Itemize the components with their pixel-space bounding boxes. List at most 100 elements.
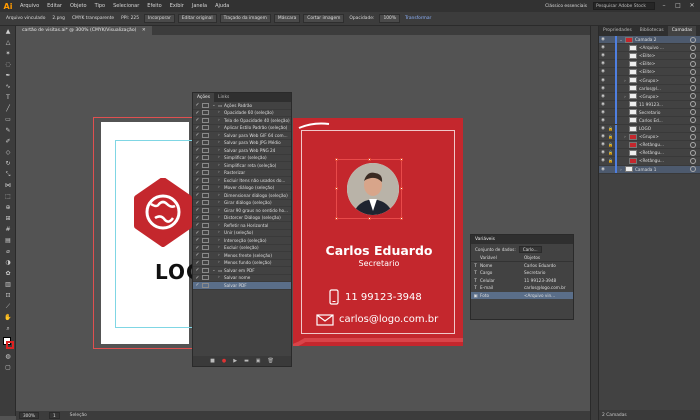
check-icon[interactable]: ✓ [193,155,202,161]
dialog-toggle-icon[interactable] [202,260,209,266]
eye-icon[interactable]: ◉ [599,53,607,58]
target-icon[interactable] [690,109,696,116]
eye-icon[interactable]: ◉ [599,78,607,83]
action-row[interactable]: ✓ ⌄ ▭ Salvar em PDF [193,267,291,275]
dialog-toggle-icon[interactable] [202,200,209,206]
delete-icon[interactable]: 🗑 [268,358,274,364]
zoom-tool-icon[interactable]: ⌕ [2,324,14,334]
action-row[interactable]: ✓ › Menos fundo (seleção) [193,260,291,267]
perspective-grid-tool-icon[interactable]: ⊞ [2,214,14,224]
check-icon[interactable]: ✓ [193,215,202,221]
target-icon[interactable] [690,36,696,43]
dialog-toggle-icon[interactable] [202,102,209,108]
action-row[interactable]: ✓ › Tela de Opacidade 40 (seleção) [193,117,291,125]
check-icon[interactable]: ✓ [193,110,202,116]
resize-handle[interactable] [368,158,371,161]
action-row[interactable]: ✓ › Girar diálogo (seleção) [193,200,291,207]
dialog-toggle-icon[interactable] [202,222,209,228]
eye-icon[interactable]: ◉ [599,86,607,91]
dialog-toggle-icon[interactable] [202,110,209,116]
target-icon[interactable] [690,149,696,156]
layers-tab-2[interactable]: Camadas [667,26,697,36]
resize-handle[interactable] [335,158,338,161]
target-icon[interactable] [690,133,696,140]
action-row[interactable]: ✓ › Menos frente (seleção) [193,252,291,260]
variable-row[interactable]: ▣ Foto <Arquivo vin... [471,291,573,299]
fill-stroke-icon[interactable] [2,335,14,351]
variable-row[interactable]: T E-mail carlos@logo.com.br [471,284,573,292]
check-icon[interactable]: ✓ [193,132,202,138]
eye-icon[interactable]: ◉ [599,45,607,50]
dialog-toggle-icon[interactable] [202,177,209,183]
menu-2[interactable]: Objeto [66,3,91,9]
resize-handle[interactable] [335,187,338,190]
check-icon[interactable]: ✓ [193,222,202,228]
close-tab-icon[interactable]: ✕ [142,28,146,33]
eye-icon[interactable]: ◉ [599,94,607,99]
chevron-icon[interactable]: › [621,94,629,99]
eye-icon[interactable]: ◉ [599,126,607,131]
target-icon[interactable] [690,157,696,164]
target-icon[interactable] [690,44,696,51]
eye-icon[interactable]: ◉ [599,118,607,123]
line-tool-icon[interactable]: ╱ [2,104,14,114]
variable-row[interactable]: T Cargo Secretario [471,269,573,277]
magic-wand-tool-icon[interactable]: ✶ [2,49,14,59]
stock-search-input[interactable]: Pesquisar Adobe Stock [593,2,655,10]
action-row[interactable]: ✓ › Girar 90 graus no sentido ho... [193,207,291,215]
check-icon[interactable]: ✓ [193,282,202,288]
card-phone-text[interactable]: 11 99123-3948 [345,292,422,303]
dialog-toggle-icon[interactable] [202,140,209,146]
layer-name[interactable]: carlos@l... [639,86,690,91]
eye-icon[interactable]: ◉ [599,167,607,172]
new-set-icon[interactable]: ▬ [244,358,249,364]
check-icon[interactable]: ✓ [193,237,202,243]
dataset-select[interactable]: Carlo... [518,245,542,253]
drawing-mode-icon[interactable]: ◍ [2,352,14,362]
variable-row[interactable]: T Nome Carlos Eduardo [471,262,573,270]
artboard-number[interactable]: 1 [48,412,60,419]
stop-icon[interactable]: ■ [210,358,215,364]
screen-mode-icon[interactable]: ▢ [2,363,14,373]
close-icon[interactable]: ✕ [687,1,697,11]
layer-name[interactable]: 11 99123... [639,102,690,107]
embed-button[interactable]: Incorporar [144,14,175,23]
dialog-toggle-icon[interactable] [202,245,209,251]
image-trace-button[interactable]: Traçado da imagem [219,14,271,23]
card-email-text[interactable]: carlos@logo.com.br [339,314,438,325]
symbol-sprayer-tool-icon[interactable]: ✿ [2,269,14,279]
menu-6[interactable]: Exibir [166,3,188,9]
type-tool-icon[interactable]: T [2,93,14,103]
target-icon[interactable] [690,166,696,173]
layer-name[interactable]: <Arquivo ... [639,45,690,50]
direct-selection-tool-icon[interactable]: △ [2,38,14,48]
rotate-tool-icon[interactable]: ↻ [2,159,14,169]
mask-button[interactable]: Máscara [273,14,301,23]
lock-icon[interactable]: 🔒 [607,134,614,139]
action-row[interactable]: ✓ › Distorcer Diálogo (seleção) [193,215,291,222]
dialog-toggle-icon[interactable] [202,237,209,243]
card-role-text[interactable]: Secretario [302,259,456,268]
check-icon[interactable]: ✓ [193,162,202,168]
dialog-toggle-icon[interactable] [202,267,209,273]
target-icon[interactable] [690,68,696,75]
dialog-toggle-icon[interactable] [202,275,209,281]
check-icon[interactable]: ✓ [193,252,202,258]
dialog-toggle-icon[interactable] [202,185,209,191]
dialog-toggle-icon[interactable] [202,117,209,123]
dialog-toggle-icon[interactable] [202,147,209,153]
shape-builder-tool-icon[interactable]: ⊕ [2,203,14,213]
play-icon[interactable]: ▶ [233,358,237,364]
check-icon[interactable]: ✓ [193,275,202,281]
action-row[interactable]: ✓ › Excluir (seleção) [193,245,291,252]
menu-0[interactable]: Arquivo [16,3,43,9]
paintbrush-tool-icon[interactable]: ✎ [2,126,14,136]
curvature-tool-icon[interactable]: ∿ [2,82,14,92]
resize-handle[interactable] [400,158,403,161]
business-card-back[interactable]: Carlos Eduardo Secretario 11 99123-3948 … [293,118,463,346]
action-row[interactable]: ✓ › Aplicar Estilo Padrão (seleção) [193,125,291,132]
target-icon[interactable] [690,93,696,100]
target-icon[interactable] [690,85,696,92]
lock-icon[interactable]: 🔒 [607,158,614,163]
target-icon[interactable] [690,117,696,124]
